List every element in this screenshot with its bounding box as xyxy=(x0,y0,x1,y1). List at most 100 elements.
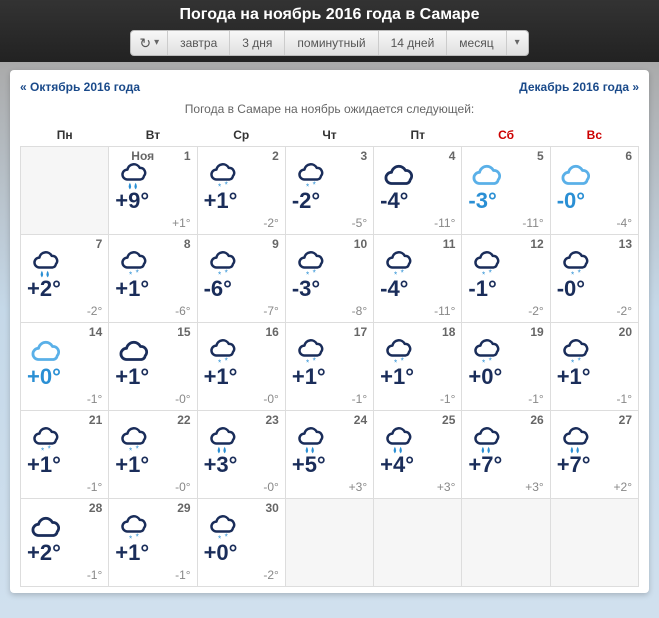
calendar-cell[interactable]: 17+1°-1° xyxy=(285,323,373,411)
high-temp: +9° xyxy=(115,188,149,214)
calendar-cell[interactable]: 26 +7° +3° xyxy=(462,411,550,499)
calendar-cell[interactable]: 8+1°-6° xyxy=(109,235,197,323)
more-button[interactable]: ▾ xyxy=(507,31,528,55)
day-number: 26 xyxy=(530,413,543,427)
calendar-cell[interactable]: 12-1°-2° xyxy=(462,235,550,323)
calendar-cell[interactable]: 14+0°-1° xyxy=(21,323,109,411)
calendar-cell xyxy=(21,147,109,235)
high-temp: +0° xyxy=(204,540,238,566)
day-number: 7 xyxy=(96,237,103,251)
calendar-cell[interactable]: 1Ноя+9°+1° xyxy=(109,147,197,235)
calendar-cell[interactable]: 16+1°-0° xyxy=(197,323,285,411)
high-temp: +1° xyxy=(380,364,414,390)
rain-icon xyxy=(292,427,330,455)
cloud-light-icon xyxy=(557,163,595,191)
rain-icon xyxy=(557,427,595,455)
weekday-header: Вт xyxy=(109,124,197,147)
snow-icon xyxy=(204,339,242,367)
low-temp: -1° xyxy=(175,568,190,582)
high-temp: -3° xyxy=(468,188,496,214)
top-bar: Погода на ноябрь 2016 года в Самаре ↻ ▾ … xyxy=(0,0,659,62)
low-temp: +1° xyxy=(172,216,190,230)
day-number: 30 xyxy=(265,501,278,515)
tab-3days[interactable]: 3 дня xyxy=(230,31,285,55)
high-temp: -4° xyxy=(380,276,408,302)
next-month-link[interactable]: Декабрь 2016 года » xyxy=(519,80,639,94)
cloud-light-icon xyxy=(468,163,506,191)
calendar-cell[interactable]: 5 -3° -11° xyxy=(462,147,550,235)
high-temp: +1° xyxy=(115,276,149,302)
weekday-header: Чт xyxy=(285,124,373,147)
weekday-header: Ср xyxy=(197,124,285,147)
high-temp: +7° xyxy=(468,452,502,478)
tab-tomorrow[interactable]: завтра xyxy=(168,31,230,55)
calendar-cell[interactable]: 4-4°-11° xyxy=(374,147,462,235)
high-temp: +1° xyxy=(27,452,61,478)
rain-icon xyxy=(468,427,506,455)
weekday-header: Вс xyxy=(550,124,638,147)
calendar-cell[interactable]: 18+1°-1° xyxy=(374,323,462,411)
calendar-cell[interactable]: 10-3°-8° xyxy=(285,235,373,323)
high-temp: +3° xyxy=(204,452,238,478)
calendar-cell[interactable]: 27+7°+2° xyxy=(550,411,638,499)
snow-icon xyxy=(292,163,330,191)
low-temp: -2° xyxy=(87,304,102,318)
calendar-cell[interactable]: 24+5°+3° xyxy=(285,411,373,499)
weekday-header: Пн xyxy=(21,124,109,147)
high-temp: +5° xyxy=(292,452,326,478)
high-temp: +1° xyxy=(204,364,238,390)
calendar-cell[interactable]: 2+1°-2° xyxy=(197,147,285,235)
history-button[interactable]: ↻ ▾ xyxy=(131,31,168,55)
calendar-cell[interactable]: 9-6°-7° xyxy=(197,235,285,323)
calendar-cell[interactable]: 15+1°-0° xyxy=(109,323,197,411)
cloud-icon xyxy=(115,339,153,367)
snow-icon xyxy=(204,515,242,543)
calendar-cell[interactable]: 30+0°-2° xyxy=(197,499,285,587)
high-temp: +0° xyxy=(27,364,61,390)
day-number: 15 xyxy=(177,325,190,339)
low-temp: +3° xyxy=(525,480,543,494)
low-temp: -1° xyxy=(352,392,367,406)
snow-icon xyxy=(557,339,595,367)
calendar-cell[interactable]: 22+1°-0° xyxy=(109,411,197,499)
rain-icon xyxy=(115,163,153,191)
high-temp: +7° xyxy=(557,452,591,478)
day-number: 29 xyxy=(177,501,190,515)
calendar-cell[interactable]: 20+1°-1° xyxy=(550,323,638,411)
tab-month[interactable]: месяц xyxy=(447,31,506,55)
day-number: 11 xyxy=(443,237,456,251)
low-temp: -1° xyxy=(87,568,102,582)
day-number: 5 xyxy=(537,149,544,163)
calendar-cell[interactable]: 23+3°-0° xyxy=(197,411,285,499)
rain-icon xyxy=(380,427,418,455)
snow-icon xyxy=(380,251,418,279)
high-temp: +2° xyxy=(27,540,61,566)
low-temp: -2° xyxy=(263,216,278,230)
low-temp: -4° xyxy=(617,216,632,230)
calendar-cell[interactable]: 11-4°-11° xyxy=(374,235,462,323)
calendar-cell[interactable]: 25+4°+3° xyxy=(374,411,462,499)
snow-icon xyxy=(468,339,506,367)
low-temp: -1° xyxy=(617,392,632,406)
high-temp: -0° xyxy=(557,188,585,214)
calendar-cell[interactable]: 21+1°-1° xyxy=(21,411,109,499)
tab-14days[interactable]: 14 дней xyxy=(379,31,448,55)
day-number: 18 xyxy=(442,325,455,339)
low-temp: -11° xyxy=(522,216,543,230)
calendar-cell[interactable]: 13-0°-2° xyxy=(550,235,638,323)
calendar-cell[interactable]: 28+2°-1° xyxy=(21,499,109,587)
calendar-cell[interactable]: 3-2°-5° xyxy=(285,147,373,235)
calendar-cell[interactable]: 29+1°-1° xyxy=(109,499,197,587)
calendar-cell[interactable]: 7+2°-2° xyxy=(21,235,109,323)
content-panel: « Октябрь 2016 года Декабрь 2016 года » … xyxy=(10,70,649,593)
day-number: 25 xyxy=(442,413,455,427)
day-number: 10 xyxy=(354,237,367,251)
calendar-cell xyxy=(550,499,638,587)
calendar-cell[interactable]: 6-0°-4° xyxy=(550,147,638,235)
snow-icon xyxy=(292,251,330,279)
calendar-cell[interactable]: 19+0°-1° xyxy=(462,323,550,411)
low-temp: -5° xyxy=(352,216,367,230)
tab-minute[interactable]: поминутный xyxy=(285,31,378,55)
prev-month-link[interactable]: « Октябрь 2016 года xyxy=(20,80,140,94)
day-number: 20 xyxy=(619,325,632,339)
